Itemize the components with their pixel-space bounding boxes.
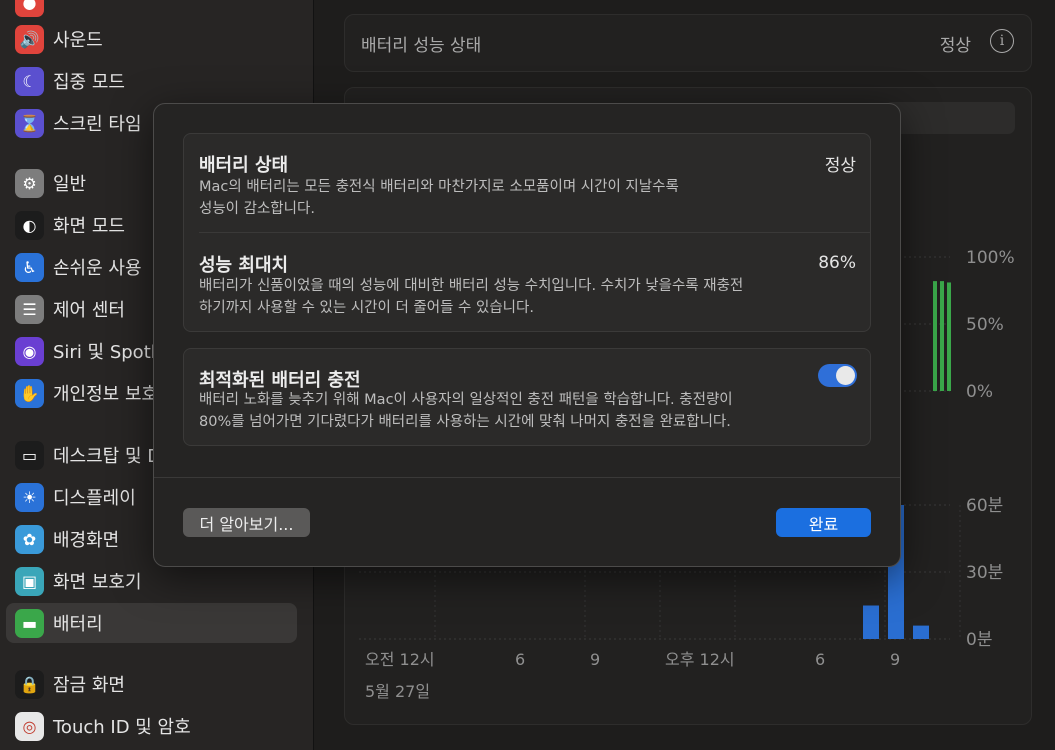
fingerprint-icon: ◎ [15,711,44,741]
battery-state-desc-line1: Mac의 배터리는 모든 충전식 배터리와 마찬가지로 소모품이며 시간이 지날… [199,179,679,195]
x-axis-label: 오전 12시 [365,650,435,669]
toggle-knob [836,366,855,385]
sidebar-item[interactable]: ▣ 화면 보호기 [6,561,297,601]
hand-icon: ✋ [15,378,44,408]
sidebar-item[interactable]: 🔊 사운드 [6,19,297,59]
y-axis-label: 50% [966,315,1004,335]
sidebar-item-label: 잠금 화면 [53,675,125,696]
sidebar-item-label: 개인정보 보호 및 보안 [53,384,153,405]
battery-health-status: 정상 [939,36,971,56]
battery-health-dialog: 배터리 상태 정상 Mac의 배터리는 모든 충전식 배터리와 마찬가지로 소모… [153,103,901,567]
sidebar-item-label: 화면 모드 [53,216,125,237]
battery-state-value: 정상 [824,156,856,176]
x-axis-label: 오후 12시 [665,650,735,669]
battery-health-title: 배터리 성능 상태 [361,36,482,56]
divider [199,232,870,233]
dock-icon: ▭ [15,440,44,470]
toggles-icon: ☰ [15,294,44,324]
sidebar-item-label: 손쉬운 사용 [53,258,142,279]
sidebar-item[interactable]: ☾ 집중 모드 [6,61,297,101]
sidebar-item-label: 일반 [53,174,87,195]
sun-icon: ☀ [15,482,44,512]
battery-state-desc: Mac의 배터리는 모든 충전식 배터리와 마찬가지로 소모품이며 시간이 지날… [199,176,799,220]
battery-info-group: 배터리 상태 정상 Mac의 배터리는 모든 충전식 배터리와 마찬가지로 소모… [183,133,871,332]
sidebar-item-label: 화면 보호기 [53,572,142,593]
charge-bar [940,281,944,391]
usage-bar [863,605,879,639]
battery-state-title: 배터리 상태 [199,155,289,176]
optimized-charging-desc-line2: 80%를 넘어가면 기다렸다가 배터리를 사용하는 시간에 맞춰 나머지 충전을… [199,414,731,430]
screensaver-icon: ▣ [15,566,44,596]
y-axis-label: 30분 [966,563,1003,583]
date-label: 5월 27일 [365,682,430,701]
appearance-icon: ◐ [15,210,44,240]
notification-icon: ● [15,0,44,17]
sidebar-item-label: 데스크탑 및 Dock [53,446,153,467]
sidebar-item-label: Touch ID 및 암호 [53,717,191,738]
x-axis-label: 9 [590,650,600,669]
sidebar-item-label: 스크린 타임 [53,114,142,135]
max-capacity-title: 성능 최대치 [199,255,289,276]
speaker-icon: 🔊 [15,24,44,54]
sidebar-item-label: Siri 및 Spotlight [53,342,153,363]
hourglass-icon: ⌛ [15,108,44,138]
optimized-charging-desc: 배터리 노화를 늦추기 위해 Mac이 사용자의 일상적인 충전 패턴을 학습합… [199,389,819,433]
info-icon[interactable]: i [990,29,1014,53]
y-axis-label: 0분 [966,630,992,650]
max-capacity-desc-line1: 배터리가 신품이었을 때의 성능에 대비한 배터리 성능 수치입니다. 수치가 … [199,278,744,294]
done-button[interactable]: 완료 [776,508,871,537]
flower-icon: ✿ [15,524,44,554]
y-axis-label: 60분 [966,496,1003,516]
battery-icon: ▬ [15,608,44,638]
moon-icon: ☾ [15,66,44,96]
sidebar-item[interactable]: ▬ 배터리 [6,603,297,643]
sidebar-item-label: 배경화면 [53,530,120,551]
sidebar-item-label: 집중 모드 [53,72,125,93]
siri-icon: ◉ [15,336,44,366]
optimized-charging-toggle[interactable] [818,364,857,387]
y-axis-label: 100% [966,248,1015,268]
sidebar-item-label: 제어 센터 [53,300,125,321]
usage-bar [913,625,929,639]
battery-state-desc-line2: 성능이 감소합니다. [199,201,315,217]
optimized-charging-desc-line1: 배터리 노화를 늦추기 위해 Mac이 사용자의 일상적인 충전 패턴을 학습합… [199,392,733,408]
charge-bar [933,281,937,391]
sidebar-item-label: 사운드 [53,30,103,51]
learn-more-button[interactable]: 더 알아보기... [183,508,310,537]
sidebar-item[interactable]: ◎ Touch ID 및 암호 [6,706,297,746]
sidebar-item[interactable]: 🔒 잠금 화면 [6,664,297,704]
max-capacity-desc-line2: 하기까지 사용할 수 있는 시간이 더 줄어들 수 있습니다. [199,300,534,316]
sidebar-item-label: 배터리 [53,614,103,635]
battery-health-row: 배터리 성능 상태 정상 i [344,14,1032,72]
sidebar-item-label: 디스플레이 [53,488,136,509]
optimized-charging-group: 최적화된 배터리 충전 배터리 노화를 늦추기 위해 Mac이 사용자의 일상적… [183,348,871,446]
lock-icon: 🔒 [15,669,44,699]
charge-bar [947,282,951,391]
gear-icon: ⚙ [15,168,44,198]
max-capacity-desc: 배터리가 신품이었을 때의 성능에 대비한 배터리 성능 수치입니다. 수치가 … [199,275,819,319]
x-axis-label: 9 [890,650,900,669]
x-axis-label: 6 [515,650,525,669]
max-capacity-value: 86% [818,253,856,273]
y-axis-label: 0% [966,382,993,402]
footer-divider [154,477,900,478]
accessibility-icon: ♿ [15,252,44,282]
x-axis-label: 6 [815,650,825,669]
